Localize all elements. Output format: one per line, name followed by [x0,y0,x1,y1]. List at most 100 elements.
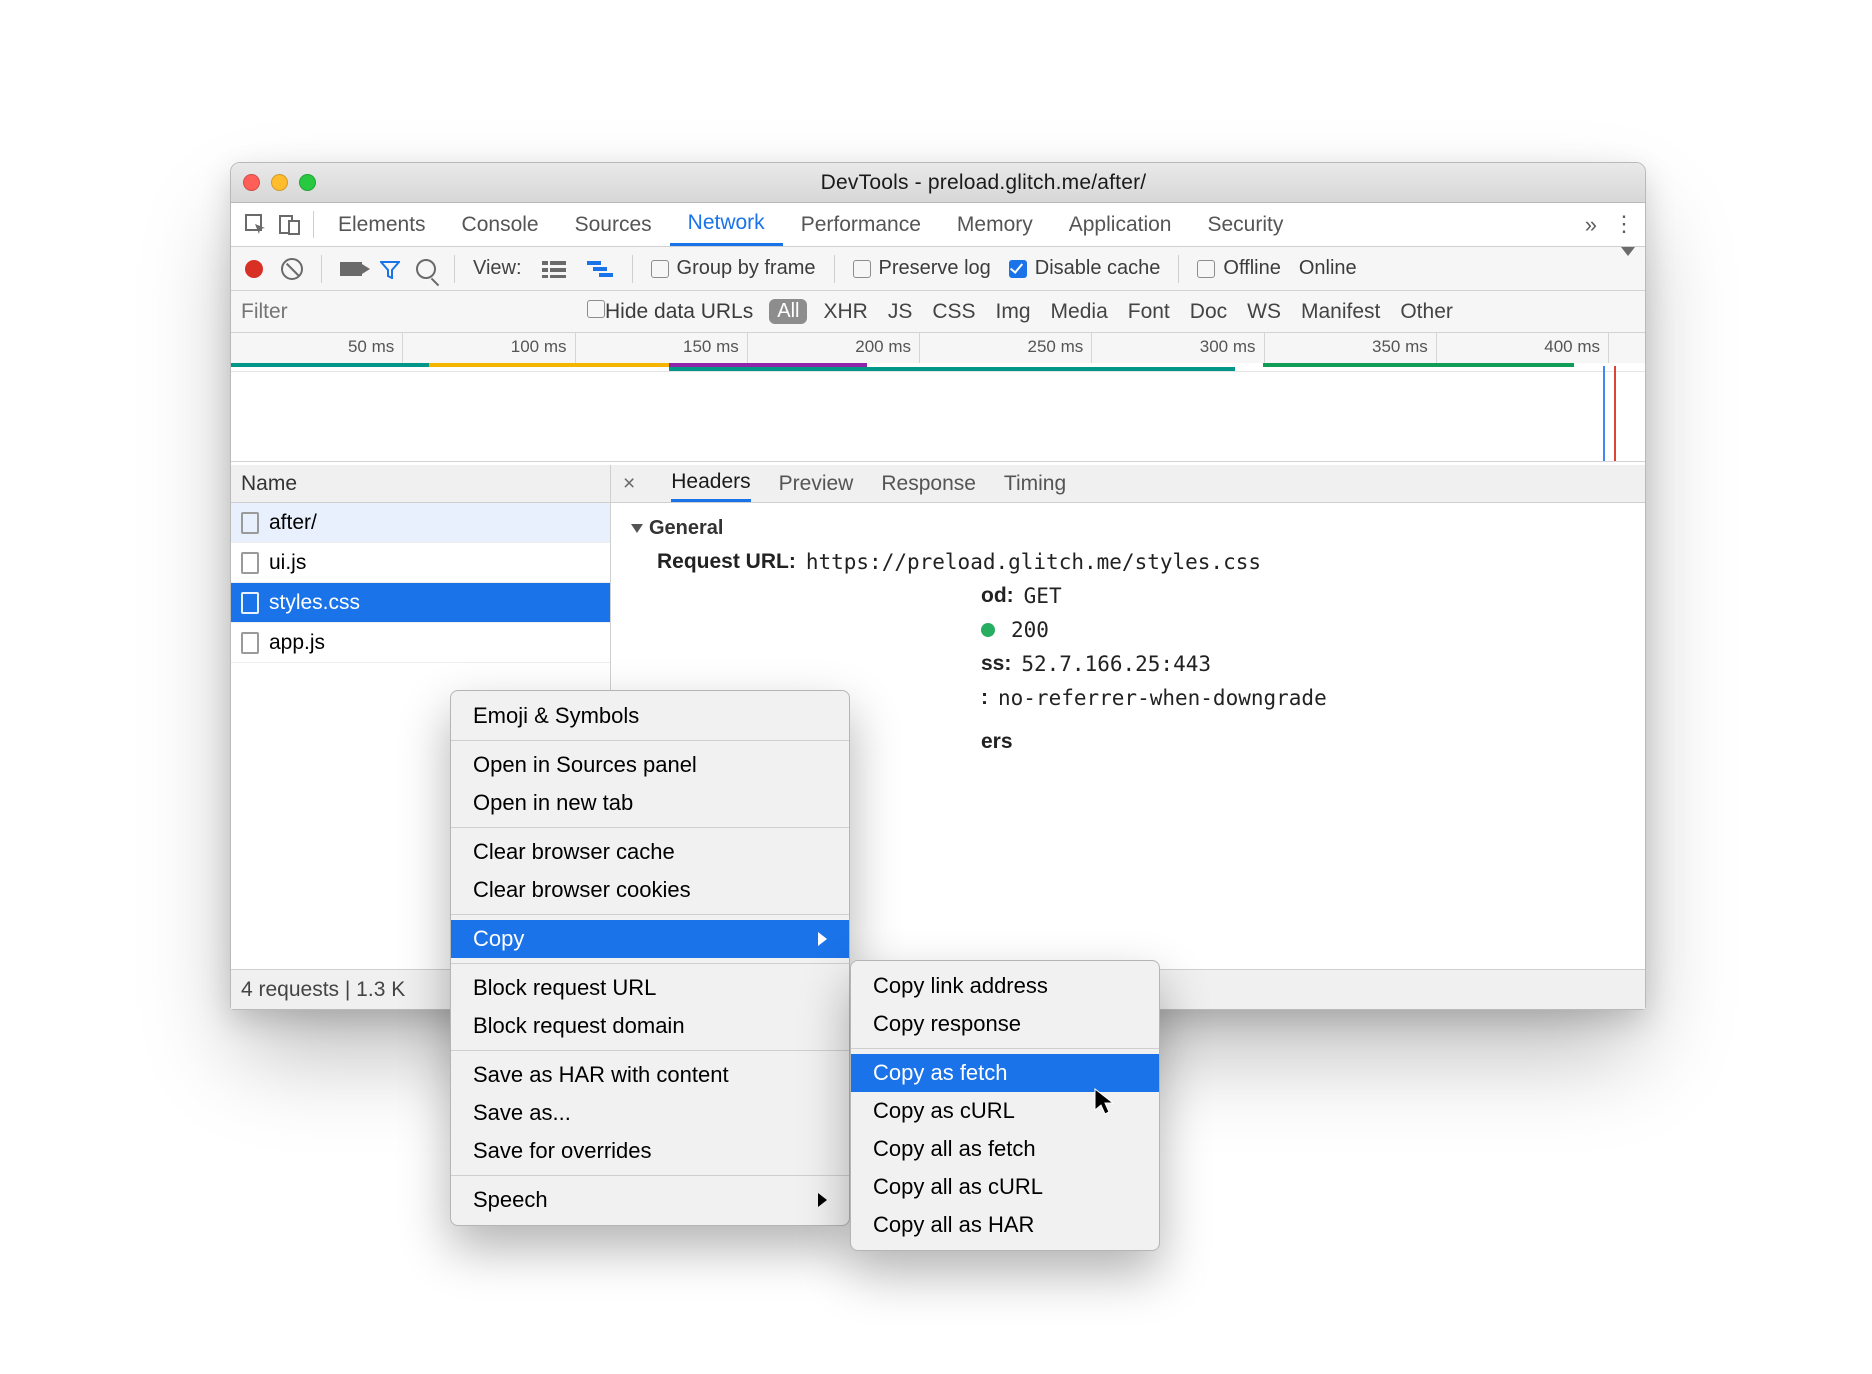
request-context-menu: Emoji & Symbols Open in Sources panelOpen… [450,690,850,1226]
menu-item[interactable]: Copy all as cURL [851,1168,1159,1206]
menu-item[interactable]: Copy link address [851,967,1159,1005]
throttling-select[interactable]: Online [1299,257,1357,280]
file-icon [241,512,259,534]
panel-tab-performance[interactable]: Performance [783,203,939,246]
filter-toggle-icon[interactable] [380,261,398,277]
panel-tab-network[interactable]: Network [670,203,783,246]
response-headers-label-tail: ers [981,730,1013,754]
filter-type-css[interactable]: CSS [932,300,975,324]
menu-item[interactable]: Block request URL [451,969,849,1007]
filter-type-other[interactable]: Other [1400,300,1453,324]
request-list-header[interactable]: Name [231,465,610,503]
close-details-icon[interactable]: × [623,472,643,496]
menu-item[interactable]: Save as HAR with content [451,1056,849,1094]
file-icon [241,632,259,654]
timeline-tick: 300 ms [1092,333,1264,363]
device-toolbar-icon[interactable] [273,203,307,246]
menu-item[interactable]: Clear browser cookies [451,871,849,909]
overview-bars [231,363,1645,371]
titlebar: DevTools - preload.glitch.me/after/ [231,163,1645,203]
menu-item[interactable]: Block request domain [451,1007,849,1045]
panel-tab-application[interactable]: Application [1051,203,1190,246]
network-timeline[interactable]: 50 ms100 ms150 ms200 ms250 ms300 ms350 m… [231,333,1645,462]
clear-button[interactable] [281,258,303,280]
filter-type-xhr[interactable]: XHR [823,300,867,324]
network-filter-bar: Hide data URLs All XHR JS CSS Img Media Font D… [231,291,1645,333]
window-controls [243,174,316,191]
menu-item[interactable]: Copy all as HAR [851,1206,1159,1244]
settings-menu-icon[interactable]: ⋮ [1613,211,1637,237]
panel-tabs: ElementsConsoleSourcesNetworkPerformance… [231,203,1645,247]
status-code-value: 200 [1011,618,1049,642]
referrer-policy-value: no-referrer-when-downgrade [998,686,1327,710]
detail-tab-timing[interactable]: Timing [1004,465,1066,502]
general-section-header[interactable]: General [631,517,1625,540]
filter-type-doc[interactable]: Doc [1190,300,1227,324]
request-method-label-tail: od: [981,584,1014,608]
menu-item[interactable]: Copy all as fetch [851,1130,1159,1168]
filter-type-media[interactable]: Media [1051,300,1108,324]
close-window-button[interactable] [243,174,260,191]
hide-data-urls-toggle[interactable]: Hide data URLs [587,300,753,324]
menu-item[interactable]: Open in Sources panel [451,746,849,784]
panel-tab-sources[interactable]: Sources [557,203,670,246]
view-large-icon[interactable] [540,257,568,281]
detail-tabs: × Headers Preview Response Timing [611,465,1645,503]
request-row[interactable]: styles.css [231,583,610,623]
detail-tab-headers[interactable]: Headers [671,465,750,502]
offline-toggle[interactable]: Offline [1197,257,1280,280]
request-method-value: GET [1024,584,1062,608]
throttling-dropdown-icon[interactable] [1621,247,1635,256]
menu-item[interactable]: Speech [451,1181,849,1219]
menu-item[interactable]: Emoji & Symbols [451,697,849,735]
request-name: app.js [269,631,325,655]
screenshot-icon[interactable] [340,262,362,276]
menu-item[interactable]: Copy response [851,1005,1159,1043]
panel-tab-console[interactable]: Console [444,203,557,246]
menu-item[interactable]: Open in new tab [451,784,849,822]
search-icon[interactable] [416,259,436,279]
minimize-window-button[interactable] [271,174,288,191]
menu-item[interactable]: Clear browser cache [451,833,849,871]
mouse-cursor-icon [1094,1088,1114,1114]
filter-type-manifest[interactable]: Manifest [1301,300,1380,324]
request-row[interactable]: app.js [231,623,610,663]
timeline-tick: 400 ms [1437,333,1609,363]
menu-item[interactable]: Save for overrides [451,1132,849,1170]
menu-item[interactable]: Save as... [451,1094,849,1132]
filter-type-font[interactable]: Font [1128,300,1170,324]
record-button[interactable] [245,260,263,278]
panel-tab-elements[interactable]: Elements [320,203,444,246]
inspect-element-icon[interactable] [239,203,273,246]
detail-tab-response[interactable]: Response [881,465,976,502]
menu-item[interactable]: Copy as fetch [851,1054,1159,1092]
zoom-window-button[interactable] [299,174,316,191]
devtools-window: DevTools - preload.glitch.me/after/ Elem… [230,162,1646,1010]
filter-type-js[interactable]: JS [888,300,913,324]
filter-input[interactable] [241,300,571,324]
filter-type-img[interactable]: Img [996,300,1031,324]
disable-cache-toggle[interactable]: Disable cache [1009,257,1161,280]
preserve-log-toggle[interactable]: Preserve log [853,257,991,280]
network-toolbar: View: Group by frame Preserve log Disabl… [231,247,1645,291]
submenu-arrow-icon [818,1193,827,1207]
filter-type-all[interactable]: All [769,299,807,324]
request-row[interactable]: ui.js [231,543,610,583]
panel-tab-security[interactable]: Security [1189,203,1301,246]
view-waterfall-icon[interactable] [586,257,614,281]
status-summary: 4 requests | 1.3 K [241,978,405,1002]
group-by-frame-toggle[interactable]: Group by frame [651,257,816,280]
timeline-tick: 150 ms [576,333,748,363]
timeline-tick: 100 ms [403,333,575,363]
request-name: styles.css [269,591,360,615]
request-name: after/ [269,511,317,535]
panel-tab-memory[interactable]: Memory [939,203,1051,246]
detail-tab-preview[interactable]: Preview [779,465,854,502]
network-main: Name after/ui.js styles.css app.js × Heade… [231,465,1645,969]
request-row[interactable]: after/ [231,503,610,543]
more-tabs-icon[interactable]: » [1585,212,1597,238]
menu-item[interactable]: Copy [451,920,849,958]
submenu-arrow-icon [818,932,827,946]
filter-type-ws[interactable]: WS [1247,300,1281,324]
remote-address-value: 52.7.166.25:443 [1021,652,1211,676]
